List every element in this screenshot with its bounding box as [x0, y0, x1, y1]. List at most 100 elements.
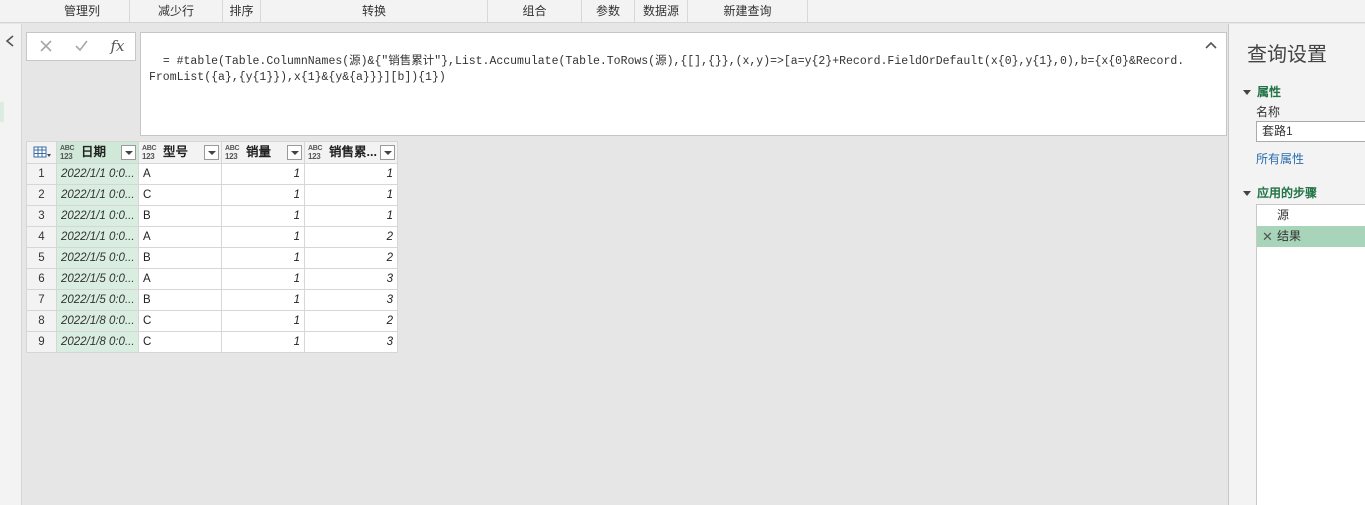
any-type-icon[interactable]: ABC 123 [308, 145, 326, 161]
all-properties-link[interactable]: 所有属性 [1256, 150, 1304, 167]
cell-model[interactable]: A [138, 268, 222, 290]
ribbon-group-new-query[interactable]: 新建查询 [688, 0, 808, 22]
cell-model[interactable]: C [138, 310, 222, 332]
queries-pane-collapsed [0, 24, 22, 505]
cell-cumulative[interactable]: 1 [304, 163, 398, 185]
any-type-icon[interactable]: ABC 123 [225, 145, 243, 161]
ribbon-group-data-sources[interactable]: 数据源 [635, 0, 688, 22]
cell-qty[interactable]: 1 [221, 289, 305, 311]
cell-qty[interactable]: 1 [221, 205, 305, 227]
formula-buttons: fx [26, 32, 136, 61]
fx-icon[interactable]: fx [101, 33, 134, 60]
cell-qty[interactable]: 1 [221, 268, 305, 290]
cell-cumulative[interactable]: 3 [304, 331, 398, 353]
cell-date[interactable]: 2022/1/5 0:0... [56, 247, 139, 269]
cell-qty[interactable]: 1 [221, 247, 305, 269]
collapse-triangle-icon [1243, 191, 1251, 197]
cell-cumulative[interactable]: 2 [304, 226, 398, 248]
applied-step-result[interactable]: ✕ 结果 [1257, 226, 1365, 247]
cell-date[interactable]: 2022/1/1 0:0... [56, 226, 139, 248]
selected-query-marker [0, 102, 4, 122]
row-number[interactable]: 9 [26, 331, 57, 353]
cell-cumulative[interactable]: 2 [304, 310, 398, 332]
data-grid: ABC 123 日期 ABC 123 型号 ABC 123 销量 ABC 123… [26, 141, 398, 353]
filter-dropdown-button[interactable] [380, 145, 395, 160]
query-name-input[interactable]: 套路1 [1256, 121, 1365, 142]
table-row[interactable]: 9 2022/1/8 0:0... C 1 3 [26, 331, 398, 353]
applied-steps-list: 源 ✕ 结果 [1256, 204, 1365, 505]
cell-model[interactable]: B [138, 205, 222, 227]
ribbon-group-reduce-rows[interactable]: 减少行 [130, 0, 223, 22]
cell-cumulative[interactable]: 1 [304, 205, 398, 227]
row-number[interactable]: 2 [26, 184, 57, 206]
filter-dropdown-button[interactable] [287, 145, 302, 160]
cell-qty[interactable]: 1 [221, 184, 305, 206]
filter-dropdown-button[interactable] [204, 145, 219, 160]
cell-date[interactable]: 2022/1/1 0:0... [56, 163, 139, 185]
cell-model[interactable]: C [138, 184, 222, 206]
cell-date[interactable]: 2022/1/5 0:0... [56, 289, 139, 311]
row-number[interactable]: 6 [26, 268, 57, 290]
table-row[interactable]: 2 2022/1/1 0:0... C 1 1 [26, 184, 398, 206]
cell-date[interactable]: 2022/1/8 0:0... [56, 310, 139, 332]
cell-cumulative[interactable]: 1 [304, 184, 398, 206]
cell-model[interactable]: A [138, 226, 222, 248]
row-number[interactable]: 7 [26, 289, 57, 311]
table-row[interactable]: 1 2022/1/1 0:0... A 1 1 [26, 163, 398, 185]
ribbon-group-transform[interactable]: 转换 [261, 0, 488, 22]
cell-date[interactable]: 2022/1/5 0:0... [56, 268, 139, 290]
chevron-left-icon[interactable] [4, 34, 16, 48]
ribbon-group-manage-columns[interactable]: 管理列 [35, 0, 130, 22]
cell-model[interactable]: A [138, 163, 222, 185]
column-header-cumulative[interactable]: ABC 123 销售累... [304, 141, 398, 164]
table-row[interactable]: 4 2022/1/1 0:0... A 1 2 [26, 226, 398, 248]
cell-date[interactable]: 2022/1/1 0:0... [56, 205, 139, 227]
close-icon[interactable] [29, 33, 62, 60]
chevron-up-icon[interactable] [1204, 39, 1218, 51]
cell-qty[interactable]: 1 [221, 226, 305, 248]
ribbon-group-sort[interactable]: 排序 [223, 0, 261, 22]
cell-qty[interactable]: 1 [221, 163, 305, 185]
query-settings-pane: 查询设置 属性 名称 套路1 所有属性 应用的步骤 源 ✕ 结果 [1228, 24, 1365, 505]
row-number[interactable]: 1 [26, 163, 57, 185]
properties-section-header[interactable]: 属性 [1243, 83, 1281, 100]
any-type-icon[interactable]: ABC 123 [142, 145, 160, 161]
applied-steps-section-header[interactable]: 应用的步骤 [1243, 184, 1317, 201]
formula-text[interactable]: = #table(Table.ColumnNames(源)&{"销售累计"},L… [149, 55, 1184, 84]
table-row[interactable]: 6 2022/1/5 0:0... A 1 3 [26, 268, 398, 290]
ribbon-group-parameters[interactable]: 参数 [582, 0, 635, 22]
collapse-triangle-icon [1243, 90, 1251, 96]
column-header-qty[interactable]: ABC 123 销量 [221, 141, 305, 164]
cell-qty[interactable]: 1 [221, 310, 305, 332]
column-header-date[interactable]: ABC 123 日期 [56, 141, 139, 164]
cell-model[interactable]: B [138, 289, 222, 311]
filter-dropdown-button[interactable] [121, 145, 136, 160]
cell-cumulative[interactable]: 3 [304, 268, 398, 290]
row-number[interactable]: 4 [26, 226, 57, 248]
cell-model[interactable]: B [138, 247, 222, 269]
cell-qty[interactable]: 1 [221, 331, 305, 353]
ribbon: 管理列 减少行 排序 转换 组合 参数 数据源 新建查询 [0, 0, 1365, 23]
cell-cumulative[interactable]: 2 [304, 247, 398, 269]
cell-cumulative[interactable]: 3 [304, 289, 398, 311]
row-number[interactable]: 5 [26, 247, 57, 269]
cell-date[interactable]: 2022/1/8 0:0... [56, 331, 139, 353]
cell-model[interactable]: C [138, 331, 222, 353]
check-icon[interactable] [65, 33, 98, 60]
table-row[interactable]: 8 2022/1/8 0:0... C 1 2 [26, 310, 398, 332]
table-icon[interactable] [33, 146, 51, 160]
table-corner-menu[interactable] [26, 141, 57, 164]
formula-editor[interactable]: = #table(Table.ColumnNames(源)&{"销售累计"},L… [140, 32, 1227, 136]
table-row[interactable]: 7 2022/1/5 0:0... B 1 3 [26, 289, 398, 311]
applied-step-source[interactable]: 源 [1257, 205, 1365, 226]
delete-step-icon[interactable]: ✕ [1262, 226, 1273, 247]
table-row[interactable]: 5 2022/1/5 0:0... B 1 2 [26, 247, 398, 269]
row-number[interactable]: 3 [26, 205, 57, 227]
name-label: 名称 [1256, 105, 1281, 119]
ribbon-group-combine[interactable]: 组合 [488, 0, 582, 22]
cell-date[interactable]: 2022/1/1 0:0... [56, 184, 139, 206]
table-row[interactable]: 3 2022/1/1 0:0... B 1 1 [26, 205, 398, 227]
row-number[interactable]: 8 [26, 310, 57, 332]
any-type-icon[interactable]: ABC 123 [60, 145, 78, 161]
column-header-model[interactable]: ABC 123 型号 [138, 141, 222, 164]
